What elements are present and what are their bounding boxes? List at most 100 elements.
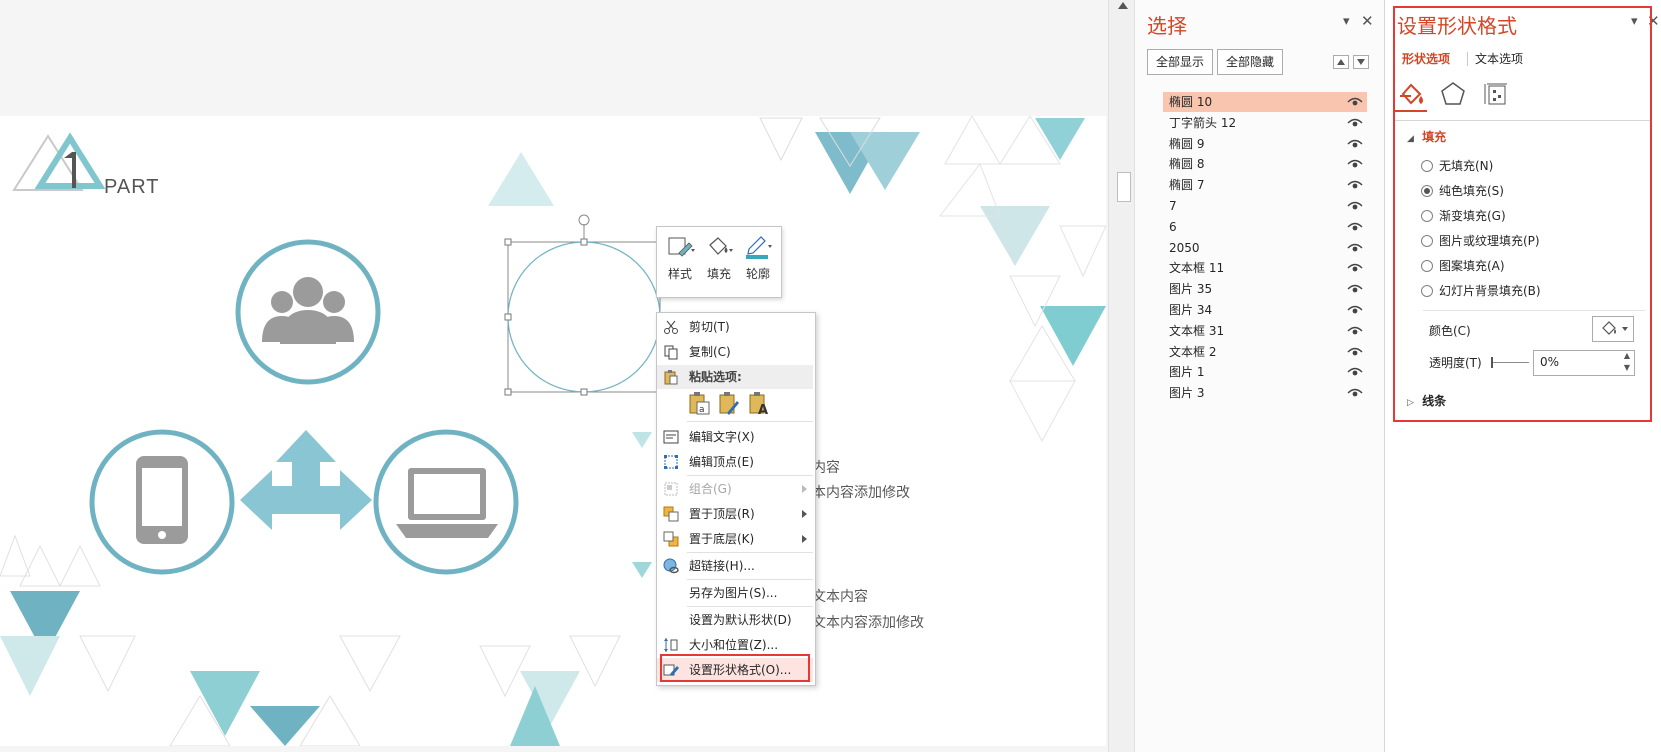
object-name: 2050 <box>1169 240 1200 255</box>
context-menu: 剪切(T) 复制(C) 粘贴选项: a A 编辑文字(X) 编辑顶点(E) 组合… <box>656 312 816 686</box>
paste-options-row: a A <box>687 391 807 417</box>
resize-handle[interactable] <box>504 313 512 321</box>
menu-item-hyperlink[interactable]: 超链接(H)... <box>657 554 813 578</box>
eye-icon[interactable] <box>1347 365 1363 379</box>
menu-label-hyperlink: 超链接(H)... <box>689 559 755 573</box>
eye-icon[interactable] <box>1347 116 1363 130</box>
slide-text-1[interactable]: 内容 <box>812 457 840 477</box>
copy-icon <box>664 345 678 360</box>
object-list-item[interactable]: 文本框 11 <box>1163 258 1367 278</box>
scroll-up-arrow-icon[interactable] <box>1118 2 1128 9</box>
menu-item-set-default-shape[interactable]: 设置为默认形状(D) <box>657 608 813 632</box>
menu-item-copy[interactable]: 复制(C) <box>657 340 813 364</box>
group-icon <box>664 482 678 496</box>
selected-ellipse[interactable] <box>504 214 661 396</box>
object-name: 6 <box>1169 219 1177 234</box>
pane-options-chevron-icon[interactable]: ▾ <box>1343 14 1350 29</box>
edit-text-icon <box>663 430 679 444</box>
slide-text-3[interactable]: 文本内容 <box>812 586 868 606</box>
eye-icon[interactable] <box>1347 261 1363 275</box>
triangle-up-icon <box>1337 59 1345 65</box>
menu-item-cut[interactable]: 剪切(T) <box>657 315 813 339</box>
eye-icon[interactable] <box>1347 137 1363 151</box>
slide[interactable]: 1 PART 内容 本内容添加修改 文本内容 文本内容添加修改 <box>0 116 1106 746</box>
menu-item-bring-to-front[interactable]: 置于顶层(R) <box>657 502 813 526</box>
resize-handle[interactable] <box>580 388 588 396</box>
menu-label-group: 组合(G) <box>689 482 732 496</box>
object-list-item[interactable]: 2050 <box>1163 238 1367 258</box>
eye-icon[interactable] <box>1347 241 1363 255</box>
slide-text-2[interactable]: 本内容添加修改 <box>812 482 910 502</box>
eye-icon[interactable] <box>1347 303 1363 317</box>
fill-button[interactable]: 填充 <box>700 233 738 291</box>
menu-item-edit-points[interactable]: 编辑顶点(E) <box>657 450 813 474</box>
menu-item-send-to-back[interactable]: 置于底层(K) <box>657 527 813 551</box>
menu-item-edit-text[interactable]: 编辑文字(X) <box>657 425 813 449</box>
object-list-item[interactable]: 椭圆 8 <box>1163 154 1367 174</box>
object-list-item[interactable]: 图片 35 <box>1163 279 1367 299</box>
eye-icon[interactable] <box>1347 199 1363 213</box>
paint-bucket-icon <box>709 237 733 255</box>
object-list-item[interactable]: 7 <box>1163 196 1367 216</box>
object-list-item[interactable]: 椭圆 9 <box>1163 134 1367 154</box>
format-shape-highlight <box>660 654 810 682</box>
object-list-item[interactable]: 椭圆 7 <box>1163 175 1367 195</box>
menu-label-cut: 剪切(T) <box>689 320 730 334</box>
menu-separator <box>687 606 813 607</box>
slide-graphics <box>0 116 1106 746</box>
slide-text-4[interactable]: 文本内容添加修改 <box>812 612 924 632</box>
menu-item-group[interactable]: 组合(G) <box>657 477 813 501</box>
object-list-item[interactable]: 图片 1 <box>1163 362 1367 382</box>
paste-keep-text-only-icon[interactable]: A <box>747 391 771 415</box>
close-icon[interactable]: ✕ <box>1361 12 1374 30</box>
eye-icon[interactable] <box>1347 220 1363 234</box>
submenu-arrow-icon <box>802 485 807 493</box>
menu-item-save-as-picture[interactable]: 另存为图片(S)... <box>657 581 813 605</box>
hyperlink-globe-icon <box>663 558 679 574</box>
object-list-item[interactable]: 丁字箭头 12 <box>1163 113 1367 133</box>
fill-label: 填充 <box>706 267 731 281</box>
vertical-scrollbar[interactable] <box>1108 0 1135 752</box>
send-backward-button[interactable] <box>1353 55 1369 69</box>
object-list-item[interactable]: 6 <box>1163 217 1367 237</box>
eye-icon[interactable] <box>1347 386 1363 400</box>
rotate-handle[interactable] <box>578 214 590 226</box>
scissors-icon <box>664 320 678 334</box>
menu-separator <box>687 421 813 422</box>
scroll-thumb[interactable] <box>1117 172 1131 202</box>
object-list-item[interactable]: 文本框 31 <box>1163 321 1367 341</box>
shape-style-button[interactable]: 样式 <box>661 233 699 291</box>
menu-separator <box>687 579 813 580</box>
paste-keep-source-format-icon[interactable] <box>717 391 741 415</box>
object-list-item[interactable]: 图片 3 <box>1163 383 1367 403</box>
paste-use-destination-theme-icon[interactable]: a <box>687 391 711 415</box>
object-list-item[interactable]: 椭圆 10 <box>1163 92 1367 112</box>
show-all-button[interactable]: 全部显示 <box>1147 49 1213 75</box>
object-list-item[interactable]: 图片 34 <box>1163 300 1367 320</box>
svg-text:A: A <box>758 403 768 415</box>
resize-handle[interactable] <box>580 238 588 246</box>
resize-handle[interactable] <box>504 238 512 246</box>
outline-button[interactable]: 轮廓 <box>739 233 777 291</box>
mini-toolbar: 样式 填充 轮廓 <box>656 226 782 298</box>
eye-icon[interactable] <box>1347 178 1363 192</box>
hide-all-button[interactable]: 全部隐藏 <box>1217 49 1283 75</box>
object-name: 文本框 11 <box>1169 261 1225 276</box>
object-list-item[interactable]: 文本框 2 <box>1163 342 1367 362</box>
eye-icon[interactable] <box>1347 324 1363 338</box>
format-pane-highlight <box>1393 6 1652 422</box>
submenu-arrow-icon <box>802 535 807 543</box>
object-name: 椭圆 9 <box>1169 136 1205 151</box>
pen-outline-icon <box>746 236 772 259</box>
eye-icon[interactable] <box>1347 157 1363 171</box>
menu-separator <box>687 475 813 476</box>
phone-icon <box>136 456 188 544</box>
resize-handle[interactable] <box>504 388 512 396</box>
eye-icon[interactable] <box>1347 95 1363 109</box>
eye-icon[interactable] <box>1347 345 1363 359</box>
eye-icon[interactable] <box>1347 282 1363 296</box>
object-name: 椭圆 8 <box>1169 157 1205 172</box>
edit-points-icon <box>664 455 678 469</box>
bring-forward-button[interactable] <box>1333 55 1349 69</box>
part-logo <box>12 132 106 191</box>
